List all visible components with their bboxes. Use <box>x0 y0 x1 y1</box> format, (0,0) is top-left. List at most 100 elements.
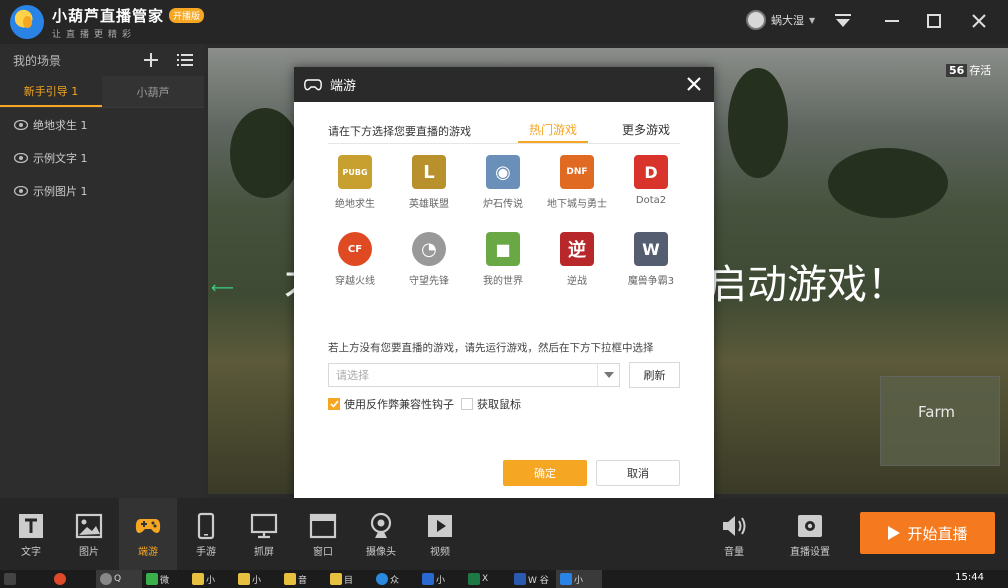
game-item-minecraft[interactable]: ■ 我的世界 <box>468 232 538 287</box>
taskbar-item[interactable]: 小 <box>188 570 234 588</box>
game-item-hearthstone[interactable]: ◉ 炉石传说 <box>468 155 538 210</box>
stream-settings[interactable]: 直播设置 <box>781 498 839 570</box>
game-item-pubg[interactable]: PUBG 绝地求生 <box>320 155 390 210</box>
tab-scene-guide[interactable]: 新手引导 1 <box>0 76 102 107</box>
monitor-icon <box>250 513 278 539</box>
tool-window[interactable]: 窗口 <box>294 498 352 570</box>
game-item-nizhan[interactable]: 逆 逆战 <box>542 232 612 287</box>
gamepad-icon <box>304 78 322 90</box>
taskbar-item[interactable] <box>0 570 50 588</box>
checkmark-icon <box>329 400 339 408</box>
game-label: 守望先锋 <box>409 276 449 287</box>
taskbar-item[interactable]: Q <box>96 570 142 588</box>
app-logo <box>10 5 44 39</box>
scenery-tree <box>230 108 300 198</box>
eye-icon[interactable] <box>14 152 28 163</box>
taskbar-item[interactable]: 小 <box>234 570 280 588</box>
game-label: 绝地求生 <box>335 199 375 210</box>
taskbar-item[interactable]: 小 <box>418 570 464 588</box>
user-name: 蜗大湿 <box>771 14 804 27</box>
play-icon <box>888 526 901 540</box>
dialog-header: 端游 <box>294 67 714 102</box>
tab-more-games[interactable]: 更多游戏 <box>611 121 681 138</box>
source-label: 示例文字 1 <box>33 151 88 165</box>
capture-mouse-checkbox[interactable] <box>461 398 473 410</box>
source-item[interactable]: 示例文字 1 <box>0 141 204 174</box>
select-placeholder: 请选择 <box>336 369 369 382</box>
dota2-icon: D <box>634 155 668 189</box>
game-item-dnf[interactable]: DNF 地下城与勇士 <box>542 155 612 210</box>
volume-control[interactable]: 音量 <box>705 498 763 570</box>
anticheat-hook-option[interactable]: 使用反作弊兼容性钩子 <box>328 396 454 412</box>
minecraft-icon: ■ <box>486 232 520 266</box>
brand: 小葫芦直播管家 开播版 让直播更精彩 <box>52 5 205 40</box>
speaker-icon <box>723 516 746 536</box>
source-item[interactable]: 示例图片 1 <box>0 174 204 207</box>
list-icon[interactable] <box>176 51 194 69</box>
scenery-tree <box>828 148 948 218</box>
maximize-button[interactable] <box>921 8 947 34</box>
app-slogan: 让直播更精彩 <box>52 29 137 40</box>
tool-camera[interactable]: 摄像头 <box>352 498 410 570</box>
taskbar-item[interactable] <box>50 570 96 588</box>
confirm-button[interactable]: 确定 <box>503 460 587 486</box>
text-icon <box>19 514 43 538</box>
start-stream-button[interactable]: 开始直播 <box>860 512 995 554</box>
taskbar-item[interactable]: W 谷 <box>510 570 556 588</box>
source-item[interactable]: 绝地求生 1 <box>0 108 204 141</box>
tab-scene-xiaohulu[interactable]: 小葫芦 <box>102 76 204 107</box>
game-label: 逆战 <box>567 276 587 287</box>
game-item-lol[interactable]: L 英雄联盟 <box>394 155 464 210</box>
alive-label: 存活 <box>969 64 992 77</box>
game-item-overwatch[interactable]: ◔ 守望先锋 <box>394 232 464 287</box>
taskbar-item[interactable]: 微 <box>142 570 188 588</box>
select-arrow[interactable] <box>597 364 619 386</box>
maximize-icon <box>927 14 941 28</box>
game-item-warcraft3[interactable]: W 魔兽争霸3 <box>616 232 686 287</box>
eye-icon[interactable] <box>14 119 28 130</box>
tool-video[interactable]: 视频 <box>411 498 469 570</box>
warcraft3-icon: W <box>634 232 668 266</box>
lol-icon: L <box>412 155 446 189</box>
tab-hot-games[interactable]: 热门游戏 <box>518 121 588 143</box>
game-item-cf[interactable]: CF 穿越火线 <box>320 232 390 287</box>
taskbar-item[interactable]: 音 <box>280 570 326 588</box>
taskbar-clock: 15:44 <box>955 572 984 583</box>
overlay-text-right: 启动游戏！ <box>707 262 907 308</box>
tool-image[interactable]: 图片 <box>60 498 118 570</box>
chevron-down-icon: ▼ <box>809 15 816 25</box>
alive-counter: 56 存活 <box>946 62 991 78</box>
add-scene-icon[interactable] <box>142 51 160 69</box>
taskbar-item[interactable]: 目 <box>326 570 372 588</box>
capture-mouse-option[interactable]: 获取鼠标 <box>461 396 521 412</box>
menu-button[interactable] <box>830 8 856 34</box>
tool-pc-game[interactable]: 端游 <box>119 498 177 570</box>
cancel-button[interactable]: 取消 <box>596 460 680 486</box>
minimize-button[interactable] <box>879 8 905 34</box>
taskbar-item[interactable]: X <box>464 570 510 588</box>
source-toolbar: 文字 图片 端游 手游 抓屏 窗口 摄像头 视频 音量 直播设置 开始直播 <box>0 498 1008 570</box>
game-label: 炉石传说 <box>483 199 523 210</box>
tool-mobile-game[interactable]: 手游 <box>177 498 235 570</box>
taskbar-item[interactable]: 众 <box>372 570 418 588</box>
eye-icon[interactable] <box>14 185 28 196</box>
game-item-dota2[interactable]: D Dota2 <box>616 155 686 206</box>
settings-gear-icon <box>798 515 822 537</box>
pubg-icon: PUBG <box>338 155 372 189</box>
game-select-dialog: 端游 请在下方选择您要直播的游戏 热门游戏 更多游戏 PUBG 绝地求生 L 英… <box>294 67 714 503</box>
tool-text[interactable]: 文字 <box>2 498 60 570</box>
gamepad-icon <box>135 519 161 533</box>
game-label: 我的世界 <box>483 276 523 287</box>
close-window-button[interactable] <box>966 8 992 34</box>
user-menu[interactable]: 蜗大湿 ▼ <box>746 10 815 30</box>
scene-tabs: 新手引导 1 小葫芦 <box>0 76 204 108</box>
anticheat-checkbox[interactable] <box>328 398 340 410</box>
title-bar: 小葫芦直播管家 开播版 让直播更精彩 蜗大湿 ▼ <box>0 0 1008 44</box>
close-icon[interactable] <box>686 76 702 92</box>
phone-icon <box>197 512 215 540</box>
tool-screen-capture[interactable]: 抓屏 <box>235 498 293 570</box>
running-game-select[interactable]: 请选择 <box>328 363 620 387</box>
refresh-button[interactable]: 刷新 <box>629 362 680 388</box>
taskbar-item[interactable]: 小 <box>556 570 602 588</box>
minimap-label: Farm <box>918 403 955 421</box>
